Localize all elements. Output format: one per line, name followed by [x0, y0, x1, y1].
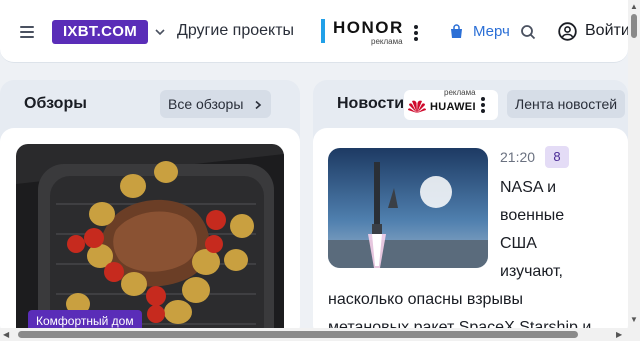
news-headline[interactable]: NASA и военные США изучают, [500, 174, 610, 286]
horizontal-scroll-thumb[interactable] [18, 331, 578, 338]
site-logo[interactable]: IXBT.COM [52, 20, 148, 44]
huawei-logo-icon [408, 100, 426, 113]
news-card[interactable]: 21:20 8 NASA и военные США изучают, наск… [313, 128, 628, 340]
vertical-scrollbar[interactable]: ▲ ▼ [628, 0, 640, 341]
horizontal-scrollbar[interactable]: ◀ ▶ [0, 328, 628, 341]
other-projects-link[interactable]: Другие проекты [177, 22, 294, 40]
menu-icon[interactable] [20, 26, 34, 38]
news-time: 21:20 [500, 149, 536, 165]
all-reviews-button[interactable]: Все обзоры [160, 90, 272, 118]
scroll-down-icon[interactable]: ▼ [630, 316, 638, 324]
huawei-ad-label: реклама [444, 88, 476, 97]
honor-accent-bar [321, 19, 325, 43]
chevron-right-icon [255, 100, 262, 110]
news-title: Новости [337, 95, 405, 112]
honor-ad-label: реклама [371, 37, 403, 46]
reviews-section: Обзоры Все обзоры Комфортный дом [0, 80, 300, 340]
scroll-left-icon[interactable]: ◀ [3, 331, 9, 339]
rocket-launch-illustration [328, 148, 488, 268]
scroll-right-icon[interactable]: ▶ [616, 331, 622, 339]
news-image[interactable] [328, 148, 488, 268]
huawei-brand: HUAWEI [430, 101, 476, 113]
honor-ad-menu-icon[interactable] [414, 25, 418, 41]
honor-ad-logo[interactable]: HONOR [333, 18, 404, 38]
huawei-ad-menu-icon[interactable] [481, 97, 485, 113]
news-feed-button[interactable]: Лента новостей [507, 90, 626, 118]
vertical-scroll-thumb[interactable] [631, 14, 637, 38]
comments-count-badge[interactable]: 8 [545, 146, 569, 168]
bag-icon[interactable] [450, 24, 463, 39]
search-icon[interactable] [520, 24, 536, 40]
user-icon[interactable] [558, 22, 577, 41]
review-card[interactable]: Комфортный дом [0, 128, 300, 340]
reviews-title: Обзоры [24, 95, 87, 112]
all-reviews-label: Все обзоры [168, 96, 244, 112]
huawei-ad[interactable]: реклама HUAWEI [404, 88, 498, 120]
login-link[interactable]: Войти [585, 22, 630, 40]
merch-link[interactable]: Мерч [473, 23, 510, 40]
site-header: IXBT.COM Другие проекты HONOR реклама Ме… [0, 0, 630, 63]
scroll-up-icon[interactable]: ▲ [630, 3, 638, 11]
review-image[interactable]: Комфортный дом [16, 144, 284, 340]
chevron-down-icon[interactable] [154, 26, 166, 38]
